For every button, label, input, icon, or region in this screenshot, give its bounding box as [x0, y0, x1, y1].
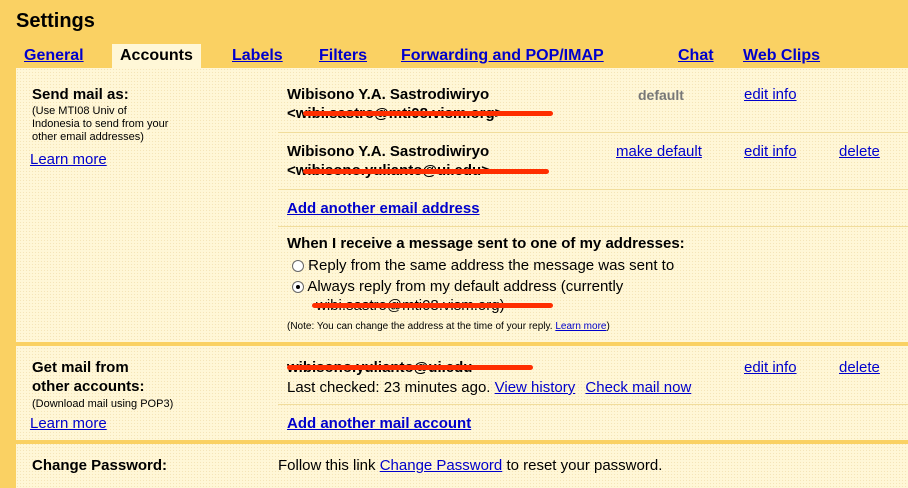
- reply-same-label: Reply from the same address the message …: [308, 257, 675, 274]
- section-separator: [16, 342, 908, 346]
- address-2-edit-info-link[interactable]: edit info: [744, 143, 797, 160]
- add-email-address-link[interactable]: Add another email address: [287, 200, 480, 217]
- tab-chat[interactable]: Chat: [678, 44, 714, 68]
- add-mail-account-link[interactable]: Add another mail account: [287, 415, 471, 432]
- tab-filters[interactable]: Filters: [319, 44, 367, 68]
- send-mail-help-2: Indonesia to send from your: [32, 118, 169, 130]
- send-mail-learn-more-link[interactable]: Learn more: [30, 151, 107, 168]
- redaction-mark: [312, 303, 553, 308]
- change-password-text-after: to reset your password.: [506, 457, 663, 474]
- send-mail-help-1: (Use MTI08 Univ of: [32, 105, 127, 117]
- settings-page: Settings General Accounts Labels Filters…: [0, 0, 908, 488]
- make-default-link[interactable]: make default: [616, 143, 702, 160]
- default-status: default: [638, 87, 684, 103]
- reply-option-same[interactable]: Reply from the same address the message …: [292, 257, 674, 274]
- divider: [278, 189, 908, 190]
- reply-heading: When I receive a message sent to one of …: [287, 235, 685, 252]
- last-checked-text: Last checked: 23 minutes ago.: [287, 379, 491, 396]
- get-mail-help: (Download mail using POP3): [32, 398, 174, 410]
- address-1-name: Wibisono Y.A. Sastrodiwiryo: [287, 86, 490, 103]
- accounts-panel: Send mail as: (Use MTI08 Univ of Indones…: [16, 68, 908, 488]
- change-password-row: Follow this link Change Password to rese…: [278, 457, 662, 474]
- check-mail-now-link[interactable]: Check mail now: [585, 379, 691, 396]
- get-mail-label-1: Get mail from: [32, 359, 129, 376]
- send-mail-label: Send mail as:: [32, 86, 129, 103]
- divider: [278, 226, 908, 227]
- tab-forwarding[interactable]: Forwarding and POP/IMAP: [401, 44, 604, 68]
- redaction-mark: [303, 111, 553, 116]
- get-mail-label-2: other accounts:: [32, 378, 145, 395]
- last-checked-row: Last checked: 23 minutes ago. View histo…: [287, 379, 691, 396]
- tab-accounts[interactable]: Accounts: [112, 44, 201, 68]
- pop-delete-link[interactable]: delete: [839, 359, 880, 376]
- pop-edit-info-link[interactable]: edit info: [744, 359, 797, 376]
- reply-note: (Note: You can change the address at the…: [287, 321, 610, 332]
- reply-option-default[interactable]: Always reply from my default address (cu…: [292, 278, 623, 295]
- change-password-link[interactable]: Change Password: [380, 457, 503, 474]
- address-1-edit-info-link[interactable]: edit info: [744, 86, 797, 103]
- page-title: Settings: [16, 10, 95, 32]
- tab-labels[interactable]: Labels: [232, 44, 283, 68]
- divider: [278, 404, 908, 405]
- reply-same-radio[interactable]: [292, 260, 304, 273]
- reply-note-learn-more-link[interactable]: Learn more: [555, 321, 606, 332]
- section-separator: [16, 440, 908, 444]
- address-2-name: Wibisono Y.A. Sastrodiwiryo: [287, 143, 490, 160]
- reply-default-radio[interactable]: [292, 281, 304, 294]
- view-history-link[interactable]: View history: [495, 379, 576, 396]
- reply-note-text: (Note: You can change the address at the…: [287, 321, 553, 332]
- reply-note-end: ): [606, 321, 610, 332]
- tab-general[interactable]: General: [24, 44, 84, 68]
- reply-default-label: Always reply from my default address (cu…: [307, 278, 624, 295]
- redaction-mark: [287, 365, 533, 370]
- get-mail-learn-more-link[interactable]: Learn more: [30, 415, 107, 432]
- send-mail-help-3: other email addresses): [32, 131, 144, 143]
- change-password-label: Change Password:: [32, 457, 168, 474]
- tab-web-clips[interactable]: Web Clips: [743, 44, 820, 68]
- change-password-text-before: Follow this link: [278, 457, 376, 474]
- divider: [278, 132, 908, 133]
- address-2-delete-link[interactable]: delete: [839, 143, 880, 160]
- redaction-mark: [303, 169, 549, 174]
